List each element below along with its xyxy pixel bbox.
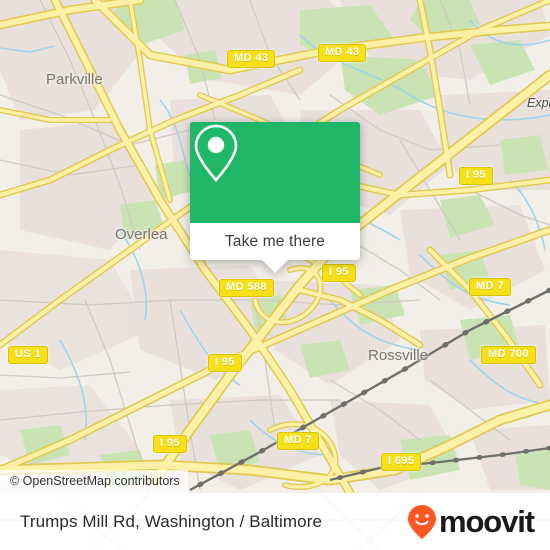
map-canvas[interactable]: Parkville Overlea Rossville Expr MD 43 M…: [0, 0, 550, 493]
location-title: Trumps Mill Rd, Washington / Baltimore: [20, 511, 323, 531]
moovit-logo[interactable]: moovit: [407, 504, 535, 540]
highway-shield-md43-left: MD 43: [227, 50, 276, 68]
map-pin-icon: [194, 124, 238, 182]
map-attribution[interactable]: © OpenStreetMap contributors: [0, 470, 188, 493]
highway-shield-i95-ne: I 95: [459, 167, 493, 185]
moovit-map-screenshot: Parkville Overlea Rossville Expr MD 43 M…: [0, 0, 550, 550]
popup-icon-area: [190, 122, 360, 223]
highway-shield-i95-sw: I 95: [208, 354, 242, 372]
popup-action-area[interactable]: Take me there: [190, 223, 360, 273]
bottom-info-bar: Trumps Mill Rd, Washington / Baltimore m…: [0, 493, 550, 550]
highway-shield-md588: MD 588: [219, 279, 274, 297]
location-popup-card[interactable]: Take me there: [190, 122, 360, 273]
take-me-there-label: Take me there: [224, 232, 326, 250]
road-name-expressway: Expr: [527, 96, 550, 110]
popup-tail: [261, 259, 289, 273]
moovit-wordmark: moovit: [438, 504, 535, 539]
highway-shield-md7-ne: MD 7: [469, 278, 511, 296]
highway-shield-i95-south: I 95: [153, 435, 187, 453]
highway-shield-md700: MD 700: [481, 346, 536, 364]
highway-shield-i695: I 695: [381, 453, 422, 471]
highway-shield-md43-right: MD 43: [318, 44, 367, 62]
highway-shield-md7-sw: MD 7: [277, 432, 319, 450]
highway-shield-us1: US 1: [8, 346, 49, 364]
highway-shield-i95-center: I 95: [322, 264, 356, 282]
moovit-pin-icon: [407, 504, 436, 539]
